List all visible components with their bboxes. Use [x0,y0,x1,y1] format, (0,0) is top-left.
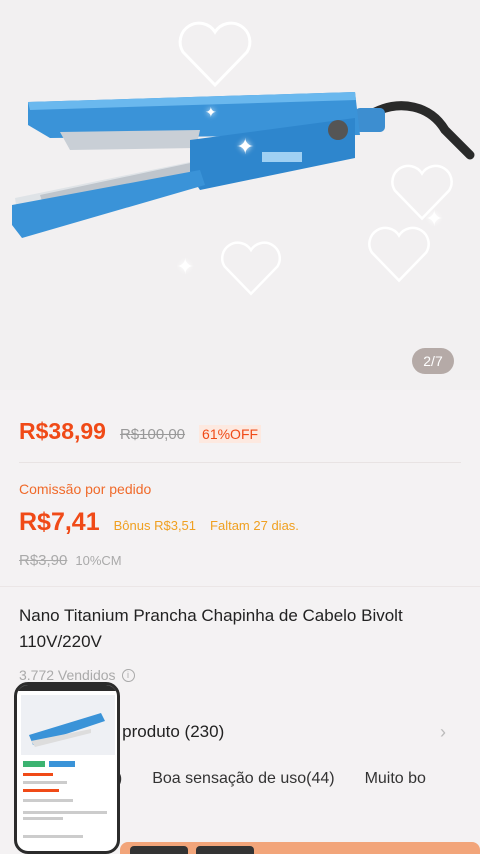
pip-product-thumbnail [21,695,115,755]
sold-count-text: 3.772 Vendidos [19,667,116,683]
pip-text-line [23,781,67,784]
pip-text-line [23,773,53,776]
sparkle-icon: ✦ [205,104,217,120]
price-row: R$38,99 R$100,00 61%OFF [19,418,262,445]
reviews-section-title[interactable]: o produto (230) [108,722,224,742]
bottom-button[interactable] [130,846,188,854]
product-image-gallery[interactable]: ✦ ✦ ✦ ✦ 2/7 [0,0,480,390]
heart-decoration-icon [391,164,453,221]
product-title: Nano Titanium Prancha Chapinha de Cabelo… [19,606,403,651]
heart-decoration-icon [221,241,281,296]
pip-text-line [23,799,73,802]
review-tags: 8) Boa sensação de uso(44) Muito bo [108,770,426,788]
pip-text-line [23,835,83,838]
pip-tag [23,761,45,767]
commission-label: Comissão por pedido [19,481,152,497]
pip-text-line [23,789,59,792]
pip-text-line [23,811,107,814]
sold-count: 3.772 Vendidos i [19,667,135,683]
divider [0,586,480,587]
pip-tag [49,761,75,767]
divider [19,462,461,463]
sparkle-icon: ✦ [236,134,255,159]
info-icon[interactable]: i [121,668,135,682]
pip-text-line [23,817,63,820]
original-price: R$100,00 [119,426,186,443]
commission-value: R$7,41 [19,508,100,536]
commission-rate-row: R$3,90 10%CM [19,552,122,569]
bonus-text: Bônus R$3,51 [113,518,197,533]
chevron-right-icon[interactable]: › [440,722,446,743]
current-price: R$38,99 [19,418,106,444]
pip-top-bar [17,685,117,691]
days-left-text: Faltam 27 dias. [210,518,299,533]
review-tag[interactable]: Muito bo [365,770,426,788]
old-commission: R$3,90 [19,552,68,569]
heart-decoration-icon [178,21,252,88]
discount-badge: 61%OFF [199,425,262,443]
review-tag[interactable]: Boa sensação de uso(44) [152,770,334,788]
picture-in-picture-window[interactable] [14,682,120,854]
commission-row: R$7,41 Bônus R$3,51 Faltam 27 dias. [19,508,299,537]
bottom-button[interactable] [196,846,254,854]
heart-decoration-icon [368,226,430,283]
sparkle-icon: ✦ [425,206,444,231]
image-counter-badge: 2/7 [412,348,454,374]
sparkle-icon: ✦ [176,254,195,279]
commission-rate: 10%CM [75,553,122,568]
